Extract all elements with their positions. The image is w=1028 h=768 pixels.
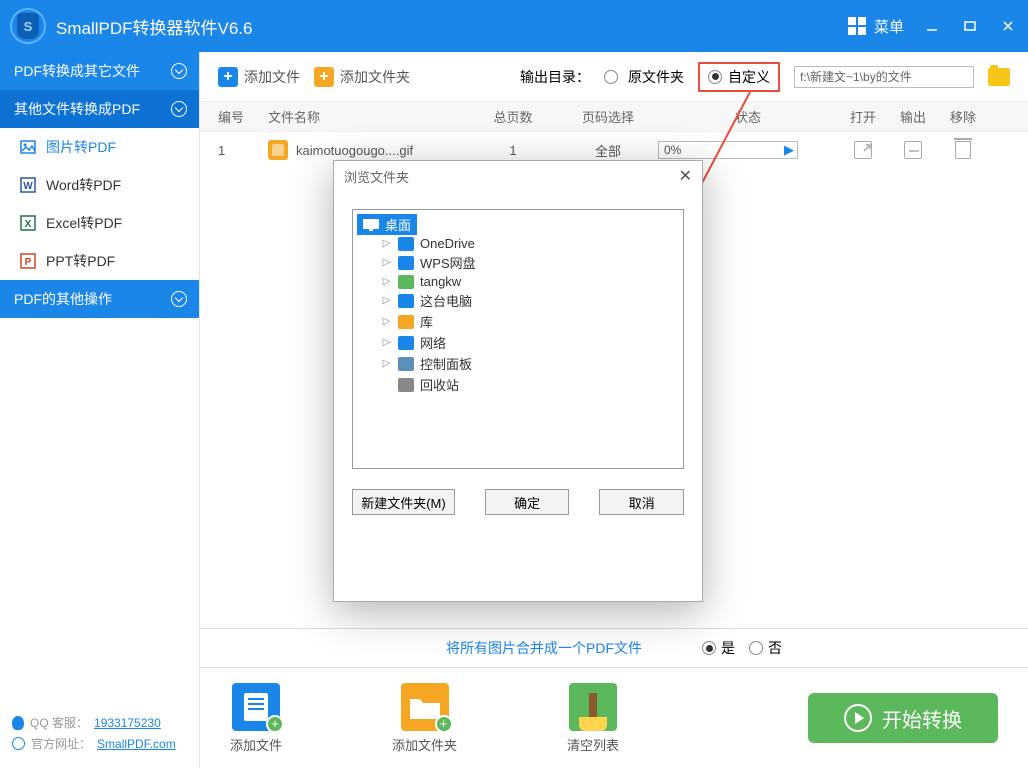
tree-item[interactable]: ▷库 (357, 311, 679, 332)
browse-folder-button[interactable] (988, 68, 1010, 86)
option-bar: 将所有图片合并成一个PDF文件 是 否 (200, 628, 1028, 668)
start-convert-button[interactable]: 开始转换 (808, 693, 998, 743)
output-button[interactable] (904, 141, 922, 159)
tree-item[interactable]: 回收站 (357, 374, 679, 395)
chevron-down-icon (171, 101, 187, 117)
plus-icon: + (218, 67, 238, 87)
bottom-actions: + 添加文件 + 添加文件夹 清空列表 开始转换 (200, 668, 1028, 768)
plus-icon: + (314, 67, 334, 87)
dialog-close-button[interactable]: ✕ (679, 166, 692, 186)
expand-icon: ▷ (381, 316, 392, 327)
chevron-down-icon (171, 291, 187, 307)
radio-custom-highlighted[interactable]: 自定义 (698, 62, 780, 92)
sidebar-item-ppt-to-pdf[interactable]: P PPT转PDF (0, 242, 199, 280)
play-circle-icon (844, 704, 872, 732)
expand-icon: ▷ (381, 337, 392, 348)
expand-icon: ▷ (381, 257, 392, 268)
tree-root-desktop[interactable]: 桌面 (357, 214, 417, 235)
desktop-icon (363, 219, 379, 231)
ppt-icon: P (20, 253, 36, 269)
radio-icon (604, 70, 618, 84)
svg-text:W: W (23, 181, 33, 192)
expand-icon: ▷ (381, 238, 392, 249)
folder-icon (398, 294, 414, 308)
qq-icon (12, 716, 24, 730)
merge-option-label: 将所有图片合并成一个PDF文件 (446, 638, 642, 658)
play-icon: ▶ (784, 142, 794, 158)
radio-yes[interactable]: 是 (702, 638, 735, 658)
image-file-icon (268, 140, 288, 160)
dialog-title: 浏览文件夹 (344, 167, 409, 186)
big-add-folder-button[interactable]: + 添加文件夹 (392, 683, 457, 754)
minimize-button[interactable] (922, 16, 942, 36)
expand-icon: ▷ (381, 358, 392, 369)
radio-checked-icon (708, 70, 722, 84)
chevron-down-icon (171, 63, 187, 79)
big-clear-button[interactable]: 清空列表 (567, 683, 619, 754)
tree-item[interactable]: ▷控制面板 (357, 353, 679, 374)
menu-button[interactable]: 菜单 (848, 16, 904, 37)
toolbar: + 添加文件 + 添加文件夹 输出目录： 原文件夹 自定义 (200, 52, 1028, 102)
sidebar-item-word-to-pdf[interactable]: W Word转PDF (0, 166, 199, 204)
sidebar-section-other-to-pdf[interactable]: 其他文件转换成PDF (0, 90, 199, 128)
browse-folder-dialog: 浏览文件夹 ✕ 桌面 ▷OneDrive▷WPS网盘▷tangkw▷这台电脑▷库… (333, 160, 703, 602)
word-icon: W (20, 177, 36, 193)
folder-icon (398, 275, 414, 289)
sidebar-section-pdf-to-other[interactable]: PDF转换成其它文件 (0, 52, 199, 90)
sidebar: PDF转换成其它文件 其他文件转换成PDF 图片转PDF W Word转PDF … (0, 52, 200, 768)
menu-label: 菜单 (874, 16, 904, 37)
open-button[interactable] (854, 141, 872, 159)
delete-button[interactable] (955, 141, 971, 159)
tree-item[interactable]: ▷这台电脑 (357, 290, 679, 311)
excel-icon: X (20, 215, 36, 231)
document-icon: + (232, 683, 280, 731)
sidebar-item-image-to-pdf[interactable]: 图片转PDF (0, 128, 199, 166)
tree-item[interactable]: ▷网络 (357, 332, 679, 353)
folder-icon (398, 256, 414, 270)
add-folder-button[interactable]: + 添加文件夹 (314, 67, 410, 87)
menu-grid-icon (848, 17, 866, 35)
radio-no[interactable]: 否 (749, 638, 782, 658)
output-path-input[interactable] (794, 66, 974, 88)
folder-icon (398, 378, 414, 392)
folder-icon (398, 237, 414, 251)
progress-bar[interactable]: 0% ▶ (658, 141, 798, 159)
big-add-file-button[interactable]: + 添加文件 (230, 683, 282, 754)
broom-icon (569, 683, 617, 731)
svg-text:X: X (25, 219, 32, 230)
folder-icon: + (401, 683, 449, 731)
tree-item[interactable]: ▷tangkw (357, 273, 679, 290)
folder-icon (398, 336, 414, 350)
tree-item[interactable]: ▷WPS网盘 (357, 252, 679, 273)
tree-item[interactable]: ▷OneDrive (357, 235, 679, 252)
ok-button[interactable]: 确定 (485, 489, 570, 515)
maximize-button[interactable] (960, 16, 980, 36)
site-link[interactable]: SmallPDF.com (97, 737, 176, 751)
expand-icon: ▷ (381, 295, 392, 306)
folder-icon (398, 357, 414, 371)
new-folder-button[interactable]: 新建文件夹(M) (352, 489, 455, 515)
sidebar-item-excel-to-pdf[interactable]: X Excel转PDF (0, 204, 199, 242)
folder-icon (398, 315, 414, 329)
svg-text:P: P (25, 257, 32, 268)
radio-checked-icon (702, 641, 716, 655)
app-title: SmallPDF转换器软件V6.6 (56, 14, 848, 39)
app-logo: S (10, 8, 46, 44)
image-icon (20, 139, 36, 155)
cancel-button[interactable]: 取消 (599, 489, 684, 515)
folder-tree[interactable]: 桌面 ▷OneDrive▷WPS网盘▷tangkw▷这台电脑▷库▷网络▷控制面板… (352, 209, 684, 469)
add-file-button[interactable]: + 添加文件 (218, 67, 300, 87)
close-button[interactable] (998, 16, 1018, 36)
sidebar-section-pdf-other-ops[interactable]: PDF的其他操作 (0, 280, 199, 318)
titlebar: S SmallPDF转换器软件V6.6 菜单 (0, 0, 1028, 52)
radio-icon (749, 641, 763, 655)
output-label: 输出目录： (520, 67, 590, 87)
table-header: 编号 文件名称 总页数 页码选择 状态 打开 输出 移除 (200, 102, 1028, 132)
expand-icon: ▷ (381, 276, 392, 287)
radio-source-folder[interactable]: 原文件夹 (604, 67, 684, 87)
qq-link[interactable]: 1933175230 (94, 716, 161, 730)
globe-icon (12, 737, 25, 750)
sidebar-footer: QQ 客服： 1933175230 官方网址： SmallPDF.com (0, 702, 199, 768)
